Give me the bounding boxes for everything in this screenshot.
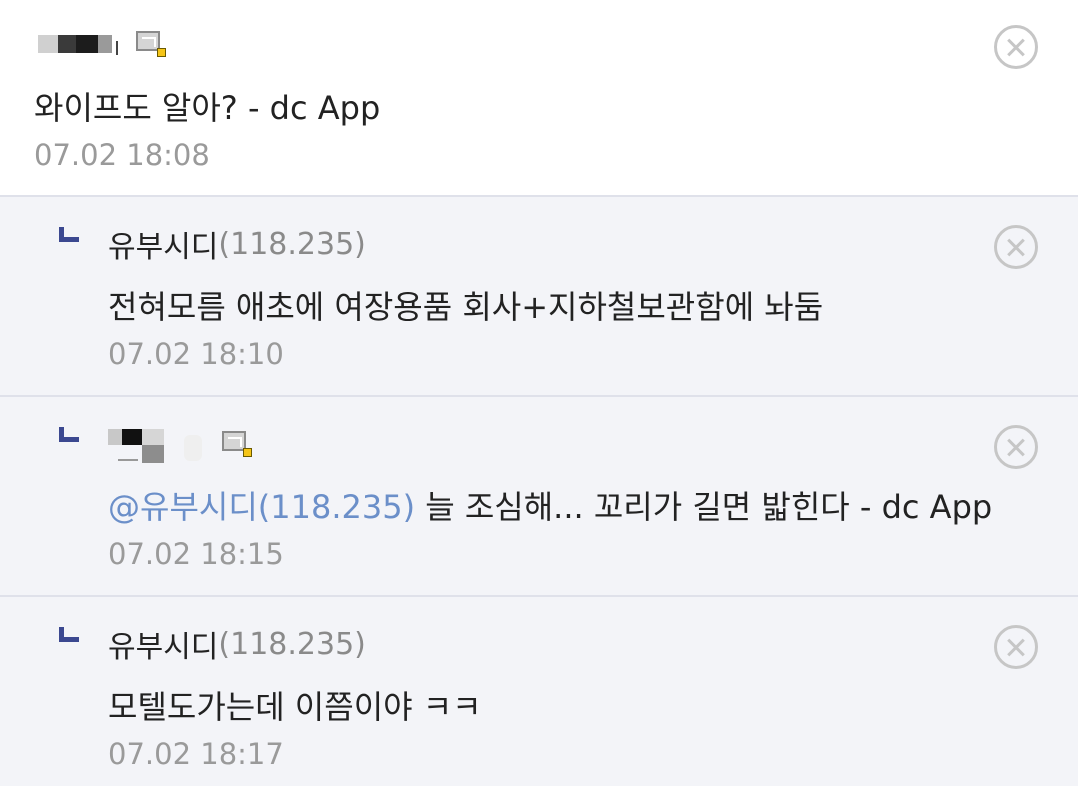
- close-circle-icon[interactable]: [994, 225, 1038, 269]
- reply-arrow-icon: [59, 427, 79, 442]
- close-circle-icon[interactable]: [994, 425, 1038, 469]
- reply-comment-item: @유부시디(118.235) 늘 조심해... 꼬리가 길면 밟힌다 - dc …: [0, 397, 1078, 597]
- comment-content: @유부시디(118.235) 늘 조심해... 꼬리가 길면 밟힌다 - dc …: [108, 482, 992, 528]
- comment-content: 와이프도 알아? - dc App: [34, 89, 381, 127]
- reply-comment-item: 유부시디 (118.235) 모텔도가는데 이쯤이야 ㅋㅋ 07.02 18:1…: [0, 597, 1078, 786]
- comment-content: 모텔도가는데 이쯤이야 ㅋㅋ: [108, 688, 482, 726]
- mention-link[interactable]: @유부시디(118.235): [108, 488, 415, 526]
- comment-date: 07.02 18:17: [108, 737, 284, 771]
- comment-author[interactable]: 유부시디 (118.235): [108, 222, 366, 266]
- reply-arrow-icon: [59, 627, 79, 642]
- comment-nickname[interactable]: 유부시디: [108, 222, 218, 266]
- comment-date: 07.02 18:15: [108, 537, 284, 571]
- mobile-app-icon: [222, 431, 252, 457]
- comment-ip: (118.235): [218, 626, 366, 662]
- comment-date: 07.02 18:08: [34, 138, 210, 172]
- comment-ip: (118.235): [218, 226, 366, 262]
- comment-date: 07.02 18:10: [108, 337, 284, 371]
- comment-nickname[interactable]: 유부시디: [108, 622, 218, 666]
- comment-item: 와이프도 알아? - dc App 07.02 18:08: [0, 0, 1078, 197]
- comment-author[interactable]: [108, 424, 252, 464]
- comment-author[interactable]: 유부시디 (118.235): [108, 622, 366, 666]
- comment-content: 전혀모름 애초에 여장용품 회사+지하철보관함에 놔둠: [108, 288, 824, 326]
- comment-author[interactable]: [36, 24, 166, 64]
- close-circle-icon[interactable]: [994, 25, 1038, 69]
- mobile-app-icon: [136, 31, 166, 57]
- blurred-nickname: [36, 29, 122, 59]
- close-circle-icon[interactable]: [994, 625, 1038, 669]
- reply-arrow-icon: [59, 227, 79, 242]
- blurred-nickname: [108, 429, 208, 463]
- comment-text: 늘 조심해... 꼬리가 길면 밟힌다 - dc App: [415, 488, 993, 526]
- reply-comment-item: 유부시디 (118.235) 전혀모름 애초에 여장용품 회사+지하철보관함에 …: [0, 197, 1078, 397]
